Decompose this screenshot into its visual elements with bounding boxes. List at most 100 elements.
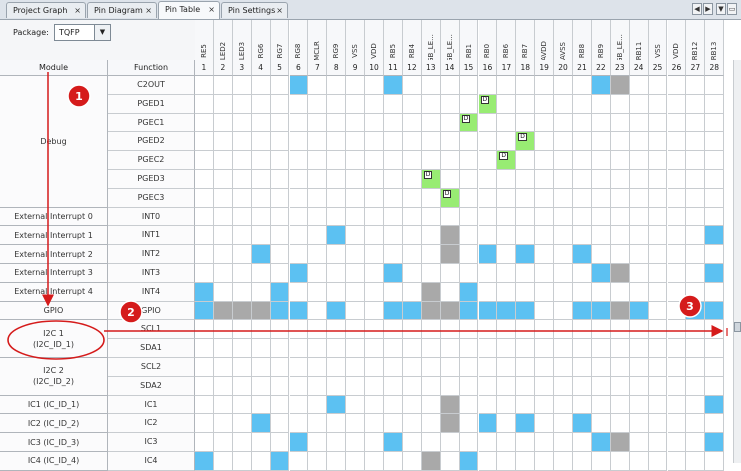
pin-cell[interactable] bbox=[440, 151, 460, 170]
pin-cell[interactable] bbox=[308, 414, 328, 434]
pin-cell[interactable] bbox=[573, 207, 592, 227]
pin-cell[interactable] bbox=[251, 132, 271, 152]
pin-cell[interactable] bbox=[346, 188, 366, 208]
pin-cell[interactable] bbox=[535, 414, 555, 434]
pin-cell[interactable] bbox=[421, 301, 441, 321]
pin-cell[interactable] bbox=[591, 113, 611, 133]
pin-cell[interactable] bbox=[573, 282, 592, 302]
pin-cell[interactable] bbox=[213, 452, 233, 471]
pin-cell[interactable] bbox=[232, 226, 252, 246]
pin-cell[interactable] bbox=[251, 188, 271, 208]
pin-cell[interactable] bbox=[421, 226, 441, 246]
pin-cell[interactable] bbox=[195, 113, 214, 133]
pin-cell[interactable] bbox=[195, 132, 214, 152]
pin-cell[interactable] bbox=[610, 226, 630, 246]
pin-cell[interactable] bbox=[440, 339, 460, 358]
pin-cell[interactable] bbox=[421, 358, 441, 377]
pin-cell[interactable] bbox=[705, 245, 725, 264]
pin-cell[interactable] bbox=[554, 320, 573, 340]
pin-cell[interactable] bbox=[402, 113, 422, 133]
pin-cell[interactable] bbox=[535, 207, 555, 227]
pin-cell[interactable] bbox=[591, 395, 611, 415]
pin-cell[interactable] bbox=[629, 433, 649, 452]
pin-cell[interactable] bbox=[591, 376, 611, 396]
pin-cell[interactable] bbox=[535, 339, 555, 358]
pin-cell[interactable] bbox=[232, 320, 252, 340]
pin-cell[interactable] bbox=[365, 188, 384, 208]
pin-cell[interactable] bbox=[402, 188, 422, 208]
pin-cell[interactable] bbox=[705, 358, 725, 377]
pin-cell[interactable] bbox=[478, 301, 498, 321]
pin-cell[interactable] bbox=[648, 339, 668, 358]
pin-cell[interactable] bbox=[251, 395, 271, 415]
pin-cell[interactable] bbox=[440, 452, 460, 471]
pin-cell[interactable] bbox=[591, 414, 611, 434]
pin-cell[interactable] bbox=[289, 132, 309, 152]
pin-cell[interactable] bbox=[648, 245, 668, 264]
pin-cell[interactable] bbox=[573, 301, 592, 321]
pin-cell[interactable] bbox=[573, 376, 592, 396]
pin-cell[interactable] bbox=[440, 395, 460, 415]
pin-cell[interactable] bbox=[497, 358, 517, 377]
pin-cell[interactable] bbox=[346, 226, 366, 246]
pin-cell[interactable] bbox=[629, 226, 649, 246]
pin-cell[interactable] bbox=[686, 376, 706, 396]
pin-cell[interactable] bbox=[535, 264, 555, 283]
pin-cell[interactable] bbox=[535, 395, 555, 415]
pin-cell[interactable] bbox=[213, 245, 233, 264]
pin-cell[interactable] bbox=[667, 376, 687, 396]
pin-cell[interactable] bbox=[459, 414, 479, 434]
pin-cell[interactable] bbox=[402, 170, 422, 189]
pin-cell[interactable] bbox=[610, 264, 630, 283]
pin-cell[interactable] bbox=[384, 226, 403, 246]
pin-cell[interactable] bbox=[667, 94, 687, 114]
pin-cell[interactable] bbox=[195, 170, 214, 189]
pin-cell[interactable] bbox=[232, 94, 252, 114]
pin-cell[interactable] bbox=[554, 376, 573, 396]
pin-cell[interactable] bbox=[591, 170, 611, 189]
pin-cell[interactable] bbox=[308, 188, 328, 208]
pin-cell[interactable] bbox=[573, 414, 592, 434]
pin-cell[interactable] bbox=[327, 245, 347, 264]
pin-cell[interactable] bbox=[478, 245, 498, 264]
pin-cell[interactable] bbox=[610, 188, 630, 208]
pin-cell[interactable] bbox=[516, 207, 536, 227]
pin-cell[interactable] bbox=[686, 395, 706, 415]
pin-cell[interactable] bbox=[346, 358, 366, 377]
pin-cell[interactable] bbox=[535, 358, 555, 377]
pin-cell[interactable] bbox=[327, 76, 347, 95]
pin-cell[interactable] bbox=[251, 170, 271, 189]
pin-cell[interactable] bbox=[440, 320, 460, 340]
pin-cell[interactable] bbox=[195, 94, 214, 114]
pin-cell[interactable] bbox=[610, 282, 630, 302]
pin-cell[interactable] bbox=[610, 245, 630, 264]
pin-cell[interactable] bbox=[667, 132, 687, 152]
pin-cell[interactable] bbox=[365, 301, 384, 321]
pin-cell[interactable] bbox=[365, 339, 384, 358]
pin-cell[interactable] bbox=[251, 358, 271, 377]
pin-cell[interactable] bbox=[573, 94, 592, 114]
pin-cell[interactable] bbox=[384, 113, 403, 133]
pin-cell[interactable] bbox=[535, 226, 555, 246]
pin-cell[interactable] bbox=[421, 188, 441, 208]
pin-cell[interactable] bbox=[648, 188, 668, 208]
pin-cell[interactable] bbox=[327, 320, 347, 340]
pin-cell[interactable] bbox=[213, 264, 233, 283]
pin-cell[interactable] bbox=[686, 76, 706, 95]
pin-cell[interactable] bbox=[195, 188, 214, 208]
pin-cell[interactable] bbox=[384, 94, 403, 114]
pin-cell[interactable] bbox=[289, 452, 309, 471]
pin-cell[interactable] bbox=[440, 207, 460, 227]
pin-cell[interactable] bbox=[554, 151, 573, 170]
pin-cell[interactable] bbox=[402, 395, 422, 415]
pin-cell[interactable] bbox=[384, 188, 403, 208]
pin-cell[interactable] bbox=[667, 264, 687, 283]
pin-cell[interactable] bbox=[478, 395, 498, 415]
pin-cell[interactable] bbox=[289, 151, 309, 170]
pin-cell[interactable] bbox=[384, 132, 403, 152]
pin-cell[interactable] bbox=[573, 151, 592, 170]
pin-cell[interactable] bbox=[213, 113, 233, 133]
pin-cell[interactable] bbox=[554, 282, 573, 302]
pin-cell[interactable] bbox=[648, 113, 668, 133]
pin-cell[interactable] bbox=[195, 376, 214, 396]
